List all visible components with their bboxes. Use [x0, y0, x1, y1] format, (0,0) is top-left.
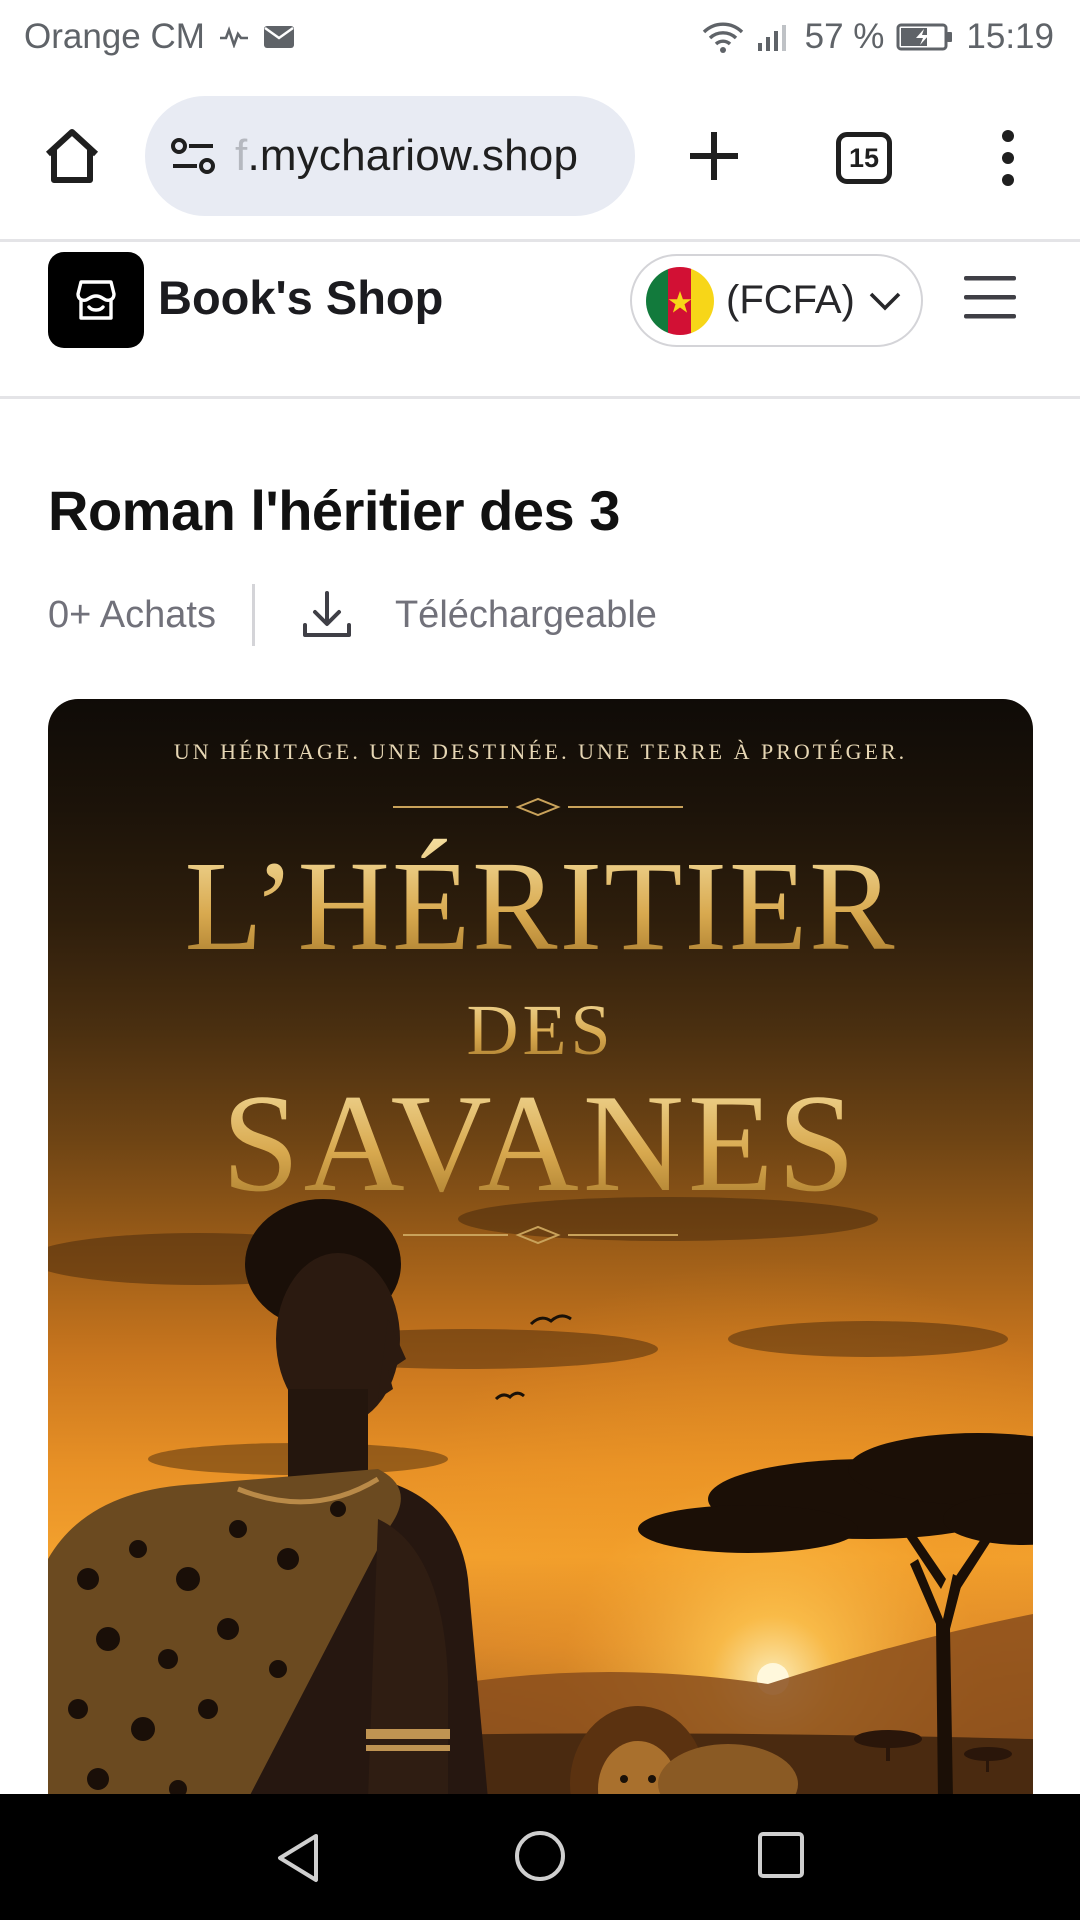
cover-title-line-1: L’HÉRITIER	[48, 833, 1033, 980]
carrier-label: Orange CM	[24, 17, 205, 56]
tab-count: 15	[848, 142, 880, 173]
hamburger-menu-icon[interactable]	[962, 272, 1018, 324]
chevron-down-icon	[867, 289, 903, 313]
shop-logo[interactable]	[48, 252, 144, 348]
mail-icon	[263, 25, 295, 49]
status-bar: Orange CM 57 % 15:19	[0, 0, 1080, 74]
cover-title-line-3: SAVANES	[48, 1063, 1033, 1224]
address-bar[interactable]: f.mychariow.shop	[145, 96, 635, 216]
signal-icon	[757, 22, 793, 52]
purchase-count: 0+ Achats	[48, 593, 216, 636]
new-tab-icon[interactable]	[684, 126, 744, 186]
product-title: Roman l'héritier des 3	[48, 479, 620, 542]
battery-charging-icon	[896, 23, 954, 51]
system-nav-bar	[0, 1794, 1080, 1920]
currency-label: (FCFA)	[726, 278, 855, 322]
tab-switcher-button[interactable]: 15	[836, 132, 892, 184]
downloadable-label: Téléchargeable	[394, 593, 657, 636]
overflow-menu-icon[interactable]	[995, 128, 1021, 188]
product-meta: 0+ Achats Téléchargeable	[48, 578, 657, 652]
shop-name[interactable]: Book's Shop	[158, 270, 443, 325]
cover-title-line-2: DES	[48, 989, 1033, 1072]
book-cover-image[interactable]: UN HÉRITAGE. UNE DESTINÉE. UNE TERRE À P…	[48, 699, 1033, 1799]
url-text: f.mychariow.shop	[235, 131, 578, 181]
home-icon[interactable]	[40, 124, 104, 188]
site-settings-icon[interactable]	[169, 136, 217, 176]
cameroon-flag-icon	[646, 266, 714, 335]
clock: 15:19	[966, 17, 1054, 56]
back-icon[interactable]	[272, 1830, 328, 1886]
wifi-icon	[701, 20, 745, 54]
browser-toolbar: f.mychariow.shop 15	[0, 74, 1080, 240]
header-divider	[0, 396, 1080, 399]
activity-icon	[219, 26, 249, 48]
url-prefix: f	[235, 131, 248, 180]
cover-tagline: UN HÉRITAGE. UNE DESTINÉE. UNE TERRE À P…	[173, 739, 908, 764]
store-icon	[76, 280, 116, 320]
shop-header: Book's Shop (FCFA)	[0, 242, 1080, 397]
download-icon	[299, 587, 355, 643]
meta-divider	[251, 584, 255, 646]
currency-selector[interactable]: (FCFA)	[630, 254, 923, 347]
url-domain: .mychariow.shop	[247, 131, 579, 180]
home-circle-icon[interactable]	[512, 1828, 568, 1884]
battery-percent: 57 %	[804, 17, 885, 56]
recent-apps-icon[interactable]	[756, 1830, 806, 1880]
